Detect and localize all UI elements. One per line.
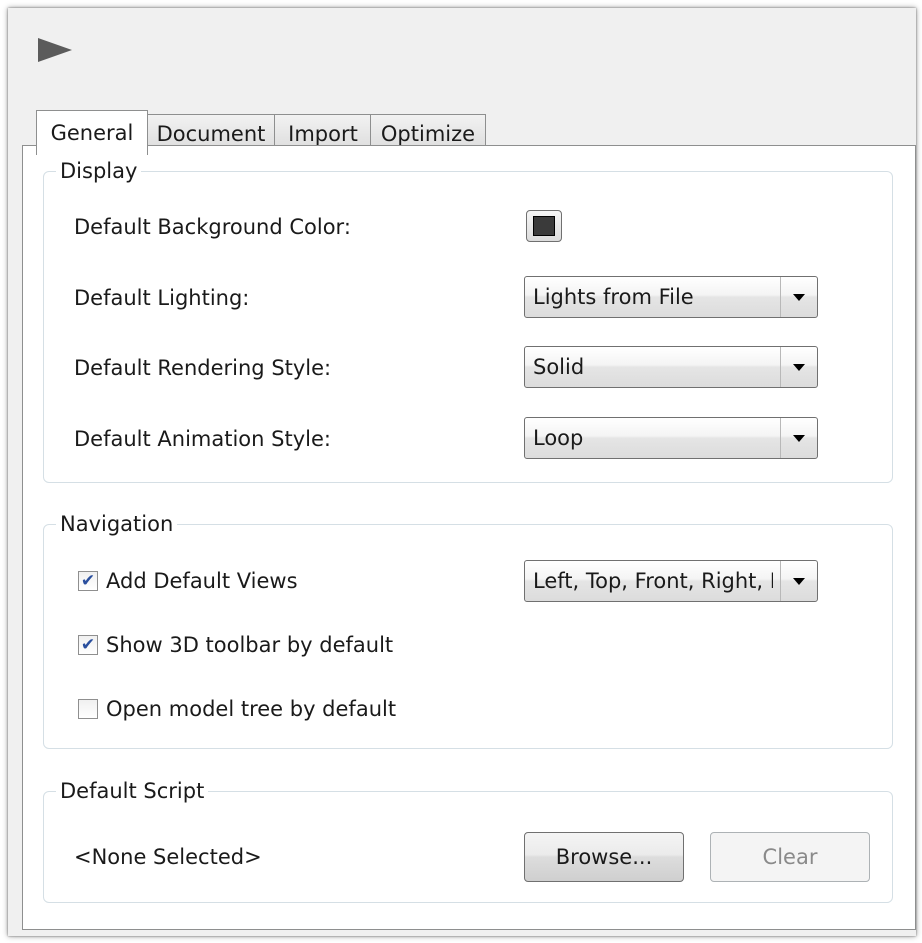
chevron-down-icon[interactable] [780,347,817,387]
general-tab-panel: Display Default Background Color: Defaul… [22,145,916,930]
checkmark-icon: ✔ [80,570,96,591]
add-default-views-label[interactable]: Add Default Views [106,567,298,595]
script-value: <None Selected> [74,845,262,869]
open-model-tree-label[interactable]: Open model tree by default [106,695,396,723]
navigation-group: Navigation ✔ Add Default Views Left, Top… [43,510,893,749]
play-icon[interactable] [38,38,72,62]
display-group-title: Display [56,157,142,185]
animation-style-select[interactable]: Loop [524,417,818,459]
rendering-style-select-value: Solid [533,355,585,379]
display-group: Display Default Background Color: Defaul… [43,157,893,483]
background-color-label: Default Background Color: [74,215,351,239]
clear-button[interactable]: Clear [710,832,870,882]
background-color-swatch [533,216,555,236]
default-script-group-title: Default Script [56,777,209,805]
show-3d-toolbar-label[interactable]: Show 3D toolbar by default [106,631,393,659]
checkmark-icon: ✔ [80,634,96,655]
default-script-group: Default Script <None Selected> Browse...… [43,777,893,903]
animation-style-label: Default Animation Style: [74,427,331,451]
chevron-down-icon[interactable] [780,561,817,601]
lighting-label: Default Lighting: [74,286,250,310]
open-model-tree-checkbox[interactable] [78,699,98,719]
background-color-button[interactable] [526,210,562,242]
animation-style-select-value: Loop [533,426,584,450]
navigation-group-title: Navigation [56,510,178,538]
chevron-down-icon[interactable] [780,277,817,317]
add-default-views-checkbox[interactable]: ✔ [78,571,98,591]
default-views-select-value: Left, Top, Front, Right, Bottom [533,569,773,593]
default-views-select[interactable]: Left, Top, Front, Right, Bottom [524,560,818,602]
browse-button[interactable]: Browse... [524,832,684,882]
lighting-select[interactable]: Lights from File [524,276,818,318]
rendering-style-label: Default Rendering Style: [74,356,332,380]
lighting-select-value: Lights from File [533,285,694,309]
show-3d-toolbar-checkbox[interactable]: ✔ [78,635,98,655]
chevron-down-icon[interactable] [780,418,817,458]
tab-general[interactable]: General [36,110,148,155]
rendering-style-select[interactable]: Solid [524,346,818,388]
